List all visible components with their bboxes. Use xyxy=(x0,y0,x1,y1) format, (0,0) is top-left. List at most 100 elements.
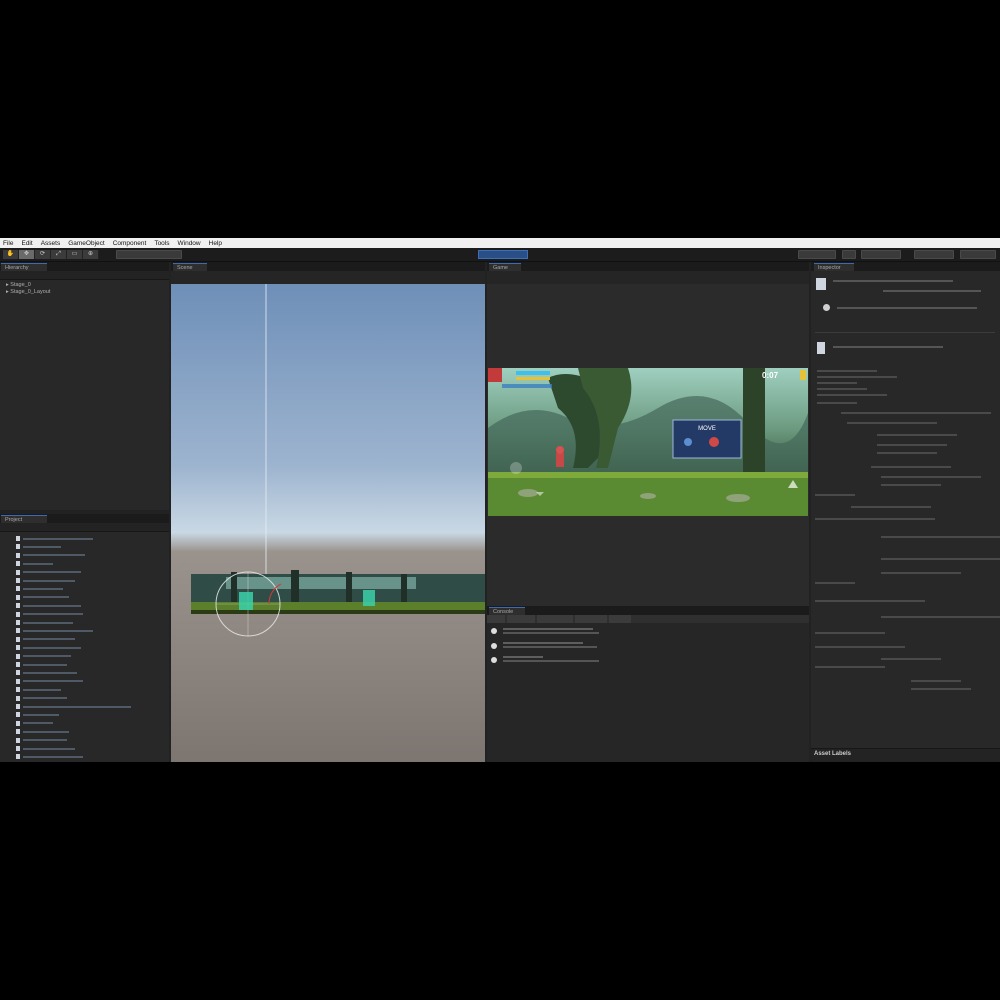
code-line xyxy=(817,370,877,372)
hierarchy-row[interactable]: ▸ Stage_0 xyxy=(6,282,31,289)
hierarchy-search-bar[interactable] xyxy=(0,271,169,280)
project-file-item[interactable] xyxy=(16,536,93,543)
file-name xyxy=(23,629,93,632)
hand-tool-icon[interactable]: ✋ xyxy=(3,250,19,259)
file-name xyxy=(23,688,61,691)
file-name xyxy=(23,537,93,540)
project-file-item[interactable] xyxy=(16,754,83,761)
file-icon xyxy=(16,662,20,668)
console-error-pause-button[interactable] xyxy=(575,615,607,623)
project-file-item[interactable] xyxy=(16,662,67,669)
project-file-item[interactable] xyxy=(16,737,67,745)
file-icon xyxy=(16,628,20,634)
menu-file[interactable]: File xyxy=(3,240,13,247)
project-file-item[interactable] xyxy=(16,687,61,694)
help-icon[interactable] xyxy=(823,304,830,311)
console-clear-on-play-button[interactable] xyxy=(537,615,573,623)
project-file-item[interactable] xyxy=(16,594,69,602)
project-search-bar[interactable] xyxy=(0,523,169,532)
menu-gameobject[interactable]: GameObject xyxy=(68,240,105,247)
menu-tools[interactable]: Tools xyxy=(154,240,169,247)
scene-view[interactable] xyxy=(171,284,485,762)
account-dropdown[interactable] xyxy=(861,250,901,259)
console-collapse-button[interactable] xyxy=(507,615,535,623)
rotate-tool-icon[interactable]: ⟳ xyxy=(35,250,51,259)
project-file-item[interactable] xyxy=(16,611,83,619)
project-file-item[interactable] xyxy=(16,561,53,568)
console-log-entry[interactable] xyxy=(503,660,599,662)
collab-button[interactable] xyxy=(798,250,836,259)
project-file-item[interactable] xyxy=(16,746,75,753)
menu-help[interactable]: Help xyxy=(209,240,222,247)
console-log-entry[interactable] xyxy=(503,646,597,648)
project-file-item[interactable] xyxy=(16,670,77,677)
project-file-item[interactable] xyxy=(16,569,81,577)
pivot-toggle-button[interactable] xyxy=(116,250,182,259)
game-toolbar[interactable] xyxy=(487,271,809,284)
project-file-item[interactable] xyxy=(16,695,67,703)
project-file-item[interactable] xyxy=(16,636,75,644)
scene-toolbar[interactable] xyxy=(171,271,485,284)
cloud-icon[interactable] xyxy=(842,250,856,259)
project-file-item[interactable] xyxy=(16,729,69,736)
hierarchy-row[interactable]: ▸ Stage_0_Layout xyxy=(6,289,50,296)
rect-tool-icon[interactable]: ▭ xyxy=(67,250,83,259)
console-clear-button[interactable] xyxy=(487,615,505,623)
project-file-item[interactable] xyxy=(16,645,81,652)
console-log-entry[interactable] xyxy=(503,628,593,630)
project-file-item[interactable] xyxy=(16,720,53,728)
tab-inspector[interactable]: Inspector xyxy=(814,263,854,271)
menu-assets[interactable]: Assets xyxy=(41,240,61,247)
file-name xyxy=(23,730,69,733)
project-file-item[interactable] xyxy=(16,544,61,551)
open-button[interactable] xyxy=(883,290,981,292)
file-name xyxy=(23,613,83,616)
project-file-item[interactable] xyxy=(16,653,71,661)
code-line xyxy=(817,376,897,378)
project-file-item[interactable] xyxy=(16,552,85,560)
tab-game[interactable]: Game xyxy=(489,263,521,271)
tab-scene[interactable]: Scene xyxy=(173,263,207,271)
file-icon xyxy=(16,704,20,710)
code-line xyxy=(871,466,951,468)
file-icon xyxy=(16,552,20,558)
project-file-item[interactable] xyxy=(16,603,81,610)
file-icon xyxy=(16,670,20,676)
file-name xyxy=(23,571,81,574)
file-icon xyxy=(16,720,20,726)
project-file-item[interactable] xyxy=(16,578,75,585)
file-name xyxy=(23,545,61,548)
console-log-entry[interactable] xyxy=(503,632,599,634)
console-editor-button[interactable] xyxy=(609,615,631,623)
asset-labels-bar: Asset Labels xyxy=(811,748,1000,762)
tab-hierarchy[interactable]: Hierarchy xyxy=(1,263,47,271)
layers-dropdown[interactable] xyxy=(914,250,954,259)
project-file-item[interactable] xyxy=(16,628,93,635)
file-name xyxy=(23,739,67,742)
transform-tool-icon[interactable]: ⊕ xyxy=(83,250,99,259)
game-view[interactable]: MOVE 0:07 xyxy=(488,368,808,516)
code-line xyxy=(881,536,1000,538)
console-log-entry[interactable] xyxy=(503,642,583,644)
file-icon xyxy=(16,636,20,642)
project-file-item[interactable] xyxy=(16,620,73,627)
project-file-item[interactable] xyxy=(16,586,63,593)
tab-project[interactable]: Project xyxy=(1,515,47,523)
menu-component[interactable]: Component xyxy=(113,240,147,247)
scale-tool-icon[interactable]: ⤢ xyxy=(51,250,67,259)
menu-edit[interactable]: Edit xyxy=(21,240,32,247)
menu-window[interactable]: Window xyxy=(178,240,201,247)
tab-console[interactable]: Console xyxy=(489,607,525,615)
code-line xyxy=(815,600,925,602)
code-line xyxy=(817,382,857,384)
layout-dropdown[interactable] xyxy=(960,250,996,259)
asset-labels-label: Asset Labels xyxy=(814,751,852,757)
console-log-entry[interactable] xyxy=(503,656,543,658)
move-tool-icon[interactable]: ✥ xyxy=(19,250,35,259)
code-line xyxy=(881,476,981,478)
project-file-item[interactable] xyxy=(16,678,83,686)
project-file-item[interactable] xyxy=(16,704,131,711)
play-controls[interactable] xyxy=(478,250,528,259)
file-name xyxy=(23,596,69,599)
project-file-item[interactable] xyxy=(16,712,59,719)
